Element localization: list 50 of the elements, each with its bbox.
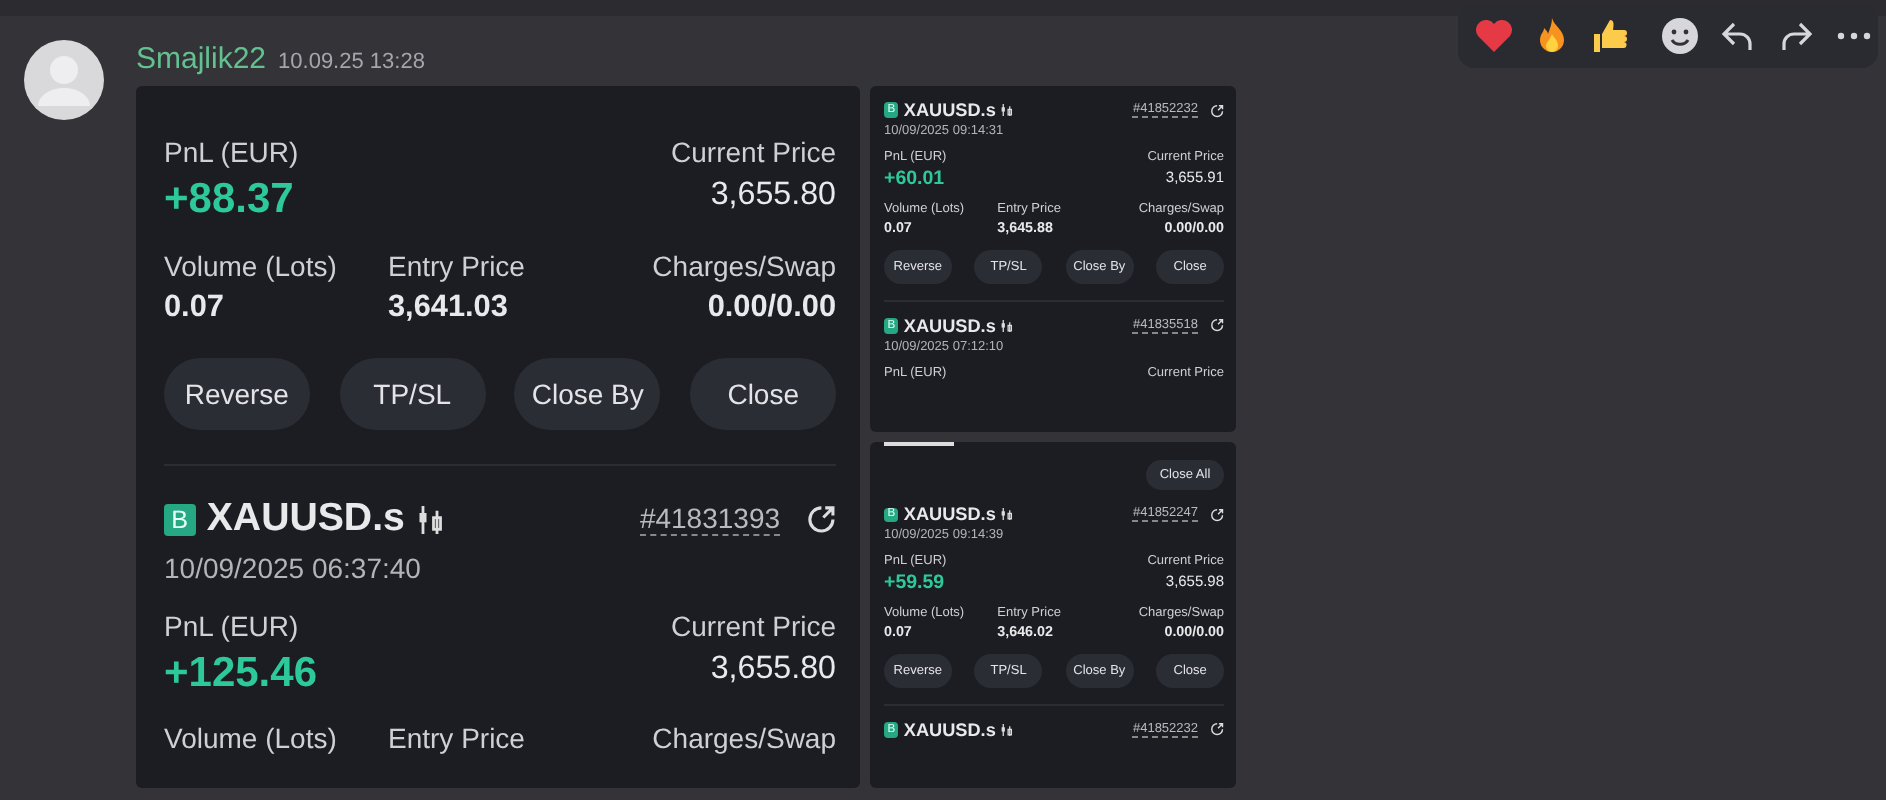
- symbol-label: XAUUSD.s: [903, 315, 996, 336]
- thumbs-up-icon[interactable]: [1590, 16, 1630, 56]
- symbol-label: XAUUSD.s: [206, 496, 405, 543]
- share-icon[interactable]: [1209, 318, 1224, 333]
- candlestick-icon: [416, 505, 445, 534]
- candlestick-icon: [1000, 319, 1014, 333]
- screenshot-image[interactable]: [870, 442, 1236, 788]
- stat-label: Entry Price: [388, 722, 527, 755]
- action-button[interactable]: TP/SL: [339, 357, 486, 430]
- pnl-value: +88.37: [164, 176, 296, 225]
- candlestick-icon: [1000, 507, 1014, 521]
- screenshot-image[interactable]: [136, 86, 860, 788]
- price-value: 3,655.80: [710, 649, 836, 688]
- avatar[interactable]: [24, 40, 104, 120]
- pnl-value: +125.46: [164, 649, 317, 698]
- pnl-label: PnL (EUR): [164, 609, 301, 642]
- heart-icon[interactable]: [1474, 16, 1514, 56]
- date-label: 10/09/2025 06:37:40: [164, 552, 423, 585]
- symbol-label: XAUUSD.s: [903, 504, 996, 525]
- stat-label: Charges/Swap: [652, 249, 836, 282]
- pnl-label: PnL (EUR): [164, 136, 299, 169]
- stat-label: Volume (Lots): [164, 722, 339, 755]
- share-icon[interactable]: [1209, 507, 1224, 522]
- stat-value: 0.00/0.00: [707, 290, 836, 327]
- timestamp: 10.09.25 13:28: [278, 50, 425, 74]
- pnl-value: +60.01: [884, 168, 947, 191]
- stat-label: Entry Price: [388, 249, 527, 282]
- price-label: Current Price: [671, 609, 836, 642]
- stat-label: Volume (Lots): [164, 249, 339, 282]
- stat-value: 0.07: [164, 290, 226, 327]
- price-value: 3,655.80: [710, 176, 836, 215]
- price-label: Current Price: [671, 136, 836, 169]
- candlestick-icon: [1000, 103, 1014, 117]
- action-button[interactable]: Close By: [514, 357, 661, 430]
- author-name[interactable]: Smajlik22: [136, 42, 267, 76]
- share-icon[interactable]: [805, 503, 836, 535]
- symbol-label: XAUUSD.s: [903, 100, 996, 121]
- candlestick-icon: [1000, 723, 1014, 737]
- action-button[interactable]: Reverse: [164, 357, 310, 430]
- smiley-icon[interactable]: [1660, 16, 1700, 56]
- symbol-label: XAUUSD.s: [903, 719, 996, 740]
- screenshot-image[interactable]: [870, 86, 1236, 432]
- stat-value: 3,641.03: [388, 290, 510, 327]
- stat-label: Charges/Swap: [652, 722, 836, 755]
- ticket-link[interactable]: #41831393: [639, 502, 781, 537]
- share-icon[interactable]: [1209, 722, 1224, 738]
- badge: B: [164, 503, 196, 535]
- pnl-value: +59.59: [884, 572, 947, 595]
- share-icon[interactable]: [1209, 103, 1224, 118]
- action-button[interactable]: Close: [690, 357, 836, 430]
